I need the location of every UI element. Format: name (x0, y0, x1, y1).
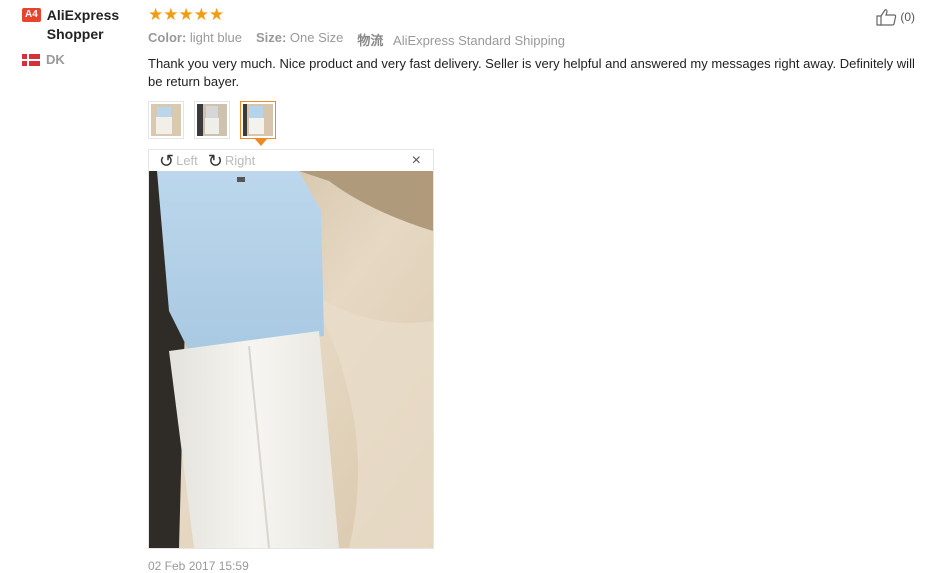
shipping-attribute: 物流 AliExpress Standard Shipping (357, 30, 565, 49)
review-photo (149, 171, 433, 548)
rotate-right-button[interactable]: ↻ Right (208, 152, 255, 170)
size-attribute: Size: One Size (256, 30, 343, 49)
reviewer-info: A4 AliExpress Shopper DK (22, 6, 142, 67)
size-value: One Size (289, 30, 344, 45)
helpful-count: (0) (900, 10, 915, 24)
reviewer-header: A4 AliExpress Shopper (22, 6, 142, 44)
denmark-flag-icon (22, 53, 40, 66)
color-value: light blue (189, 30, 242, 45)
shipping-value: AliExpress Standard Shipping (393, 33, 566, 48)
thumbnail-image (243, 104, 273, 136)
thumbnail-3[interactable] (240, 101, 276, 146)
country-code: DK (46, 52, 65, 67)
order-attributes: Color: light blue Size: One Size 物流 AliE… (148, 30, 918, 49)
rotate-left-label: Left (176, 153, 198, 168)
star-rating: ★★★★★ (148, 5, 225, 24)
reviewer-name[interactable]: AliExpress Shopper (47, 6, 142, 44)
thumbnail-image (197, 104, 227, 136)
review-timestamp: 02 Feb 2017 15:59 (148, 559, 249, 573)
rotate-right-label: Right (224, 153, 256, 168)
size-label: Size: (255, 30, 287, 45)
level-badge: A4 (22, 8, 41, 22)
rotate-right-icon: ↻ (207, 150, 223, 171)
logistics-icon: 物流 (357, 33, 384, 48)
reviewer-country: DK (22, 52, 142, 67)
thumbnail-2[interactable] (194, 101, 230, 139)
thumbs-up-icon (876, 9, 897, 26)
thumbnail-1[interactable] (148, 101, 184, 139)
helpful-button[interactable]: (0) (876, 8, 915, 26)
rotate-left-button[interactable]: ↺ Left (159, 152, 198, 170)
feedback-text: Thank you very much. Nice product and ve… (148, 56, 915, 89)
close-viewer-button[interactable]: × (412, 152, 421, 170)
color-attribute: Color: light blue (148, 30, 242, 49)
photo-thumbnails (148, 101, 918, 146)
review-content: ★★★★★ Color: light blue Size: One Size 物… (148, 5, 918, 146)
color-label: Color: (148, 30, 187, 45)
rotate-left-icon: ↺ (159, 150, 175, 171)
review-photo-image (149, 171, 433, 548)
viewer-toolbar: ↺ Left ↻ Right × (149, 150, 433, 171)
photo-viewer: ↺ Left ↻ Right × (148, 149, 434, 549)
thumbnail-image (151, 104, 181, 136)
